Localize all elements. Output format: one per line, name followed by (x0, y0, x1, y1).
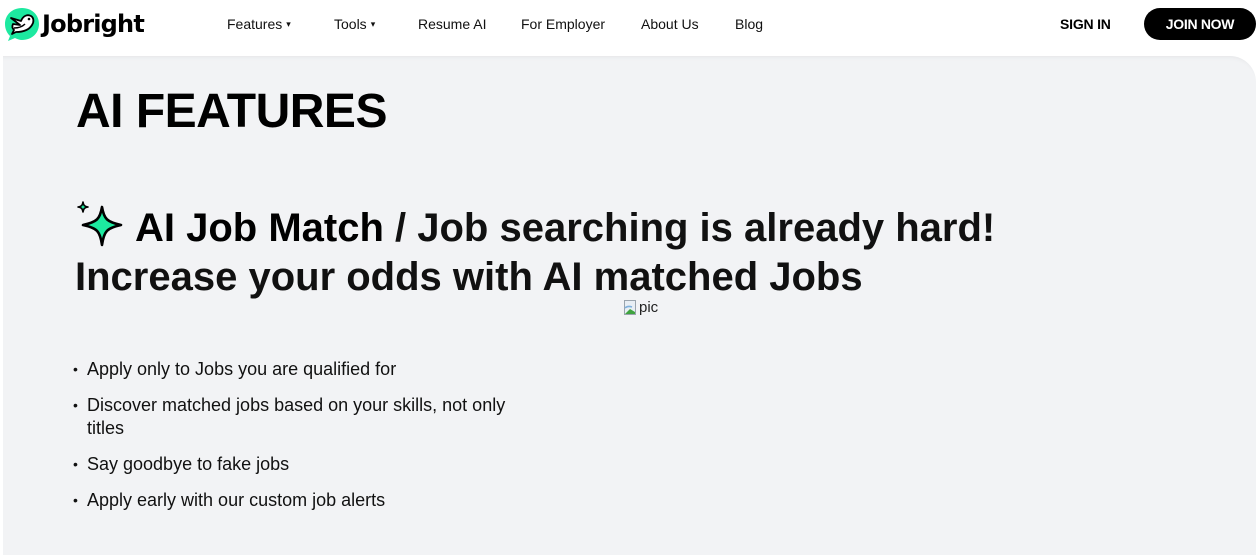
nav-label: Resume AI (418, 16, 487, 32)
jobright-logo[interactable]: Jobright (4, 6, 145, 42)
brand-name: Jobright (42, 10, 145, 38)
list-item: Discover matched jobs based on your skil… (73, 394, 543, 440)
nav-label: Blog (735, 16, 764, 32)
nav-label: About Us (641, 16, 699, 32)
sign-in-link[interactable]: SIGN IN (1060, 16, 1111, 32)
caret-down-icon: ▾ (370, 18, 376, 29)
nav-item-resume-ai[interactable]: Resume AI (418, 16, 521, 32)
feature-separator: / (383, 206, 418, 250)
feature-name: AI Job Match (135, 206, 384, 250)
image-alt-text: pic (639, 299, 659, 316)
nav-label: Tools (334, 16, 367, 32)
join-now-button[interactable]: JOIN NOW (1144, 8, 1256, 40)
nav-item-about-us[interactable]: About Us (641, 16, 735, 32)
list-item: Apply only to Jobs you are qualified for (73, 358, 543, 381)
nav-label: Features (227, 16, 283, 32)
feature-bullet-list: Apply only to Jobs you are qualified for… (73, 358, 543, 525)
main-nav: Features ▾ Tools ▾ Resume AI For Employe… (227, 16, 763, 32)
list-item: Apply early with our custom job alerts (73, 489, 543, 512)
bird-logo-icon (5, 8, 39, 41)
broken-image-icon (624, 299, 636, 315)
nav-item-features[interactable]: Features ▾ (227, 16, 334, 32)
sparkle-icon (77, 201, 123, 247)
feature-heading: AI Job Match / Job searching is already … (75, 201, 1075, 302)
nav-item-blog[interactable]: Blog (735, 16, 763, 32)
nav-item-for-employer[interactable]: For Employer (521, 16, 641, 32)
caret-down-icon: ▾ (286, 18, 291, 29)
feature-image: pic (624, 299, 658, 316)
ai-features-section: AI FEATURES AI Job Match / Job searching… (3, 56, 1256, 555)
page-title: AI FEATURES (76, 85, 387, 138)
list-item: Say goodbye to fake jobs (73, 453, 543, 476)
nav-item-tools[interactable]: Tools ▾ (334, 16, 418, 32)
navbar: Jobright Features ▾ Tools ▾ Resume AI Fo… (0, 0, 1259, 56)
nav-label: For Employer (521, 16, 606, 32)
